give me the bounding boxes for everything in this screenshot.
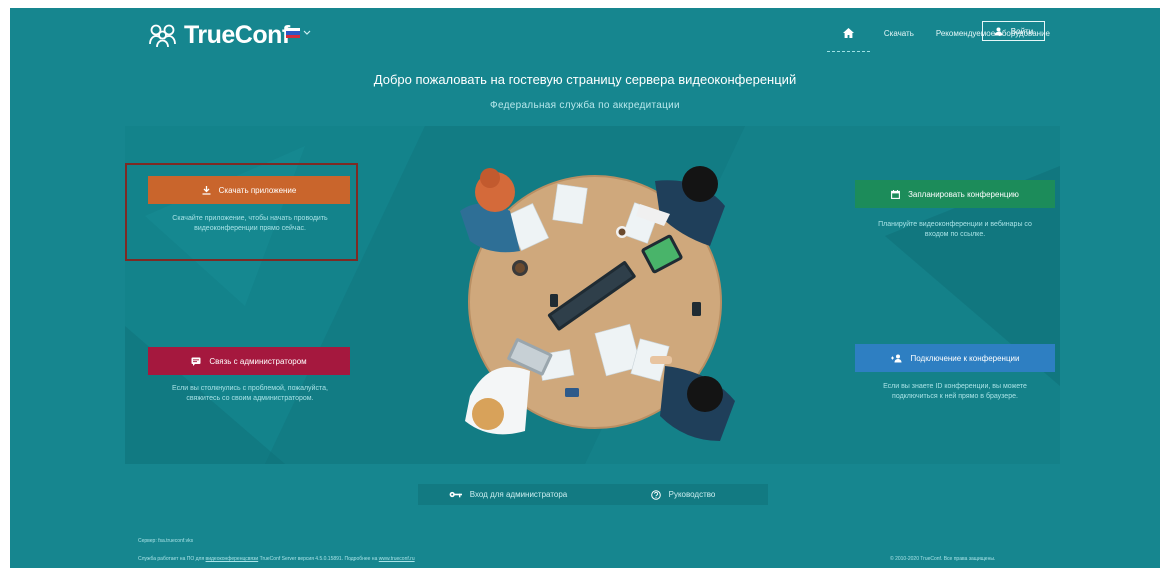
page-subtitle: Федеральная служба по аккредитации bbox=[490, 100, 680, 111]
admin-login-button[interactable]: Вход для администратора bbox=[418, 484, 598, 505]
selection-highlight bbox=[125, 163, 358, 261]
trueconf-site-link[interactable]: www.trueconf.ru bbox=[379, 556, 415, 562]
russian-flag-icon bbox=[286, 28, 300, 38]
guide-label: Руководство bbox=[668, 490, 716, 499]
schedule-conference-label: Запланировать конференцию bbox=[908, 189, 1019, 199]
user-icon bbox=[994, 27, 1003, 35]
logo-text: TrueConf bbox=[184, 20, 290, 49]
people-logo-icon bbox=[149, 24, 176, 48]
chevron-down-icon bbox=[303, 30, 311, 35]
contact-admin-label: Связь с администратором bbox=[209, 356, 307, 366]
page-title: Добро пожаловать на гостевую страницу се… bbox=[373, 72, 797, 87]
contact-admin-description: Если вы столкнулись с проблемой, пожалуй… bbox=[172, 385, 328, 402]
help-circle-icon bbox=[650, 489, 661, 500]
videoconferencing-link[interactable]: видеоконференцсвязи bbox=[206, 556, 259, 562]
schedule-conference-button[interactable]: Запланировать конференцию bbox=[855, 180, 1055, 208]
logo[interactable]: TrueConf bbox=[148, 18, 290, 52]
powered-by: Служба работает на ПО для видеоконференц… bbox=[138, 556, 415, 562]
nav-download-link[interactable]: Скачать bbox=[884, 29, 914, 38]
language-selector[interactable] bbox=[286, 28, 311, 38]
calendar-icon bbox=[891, 189, 901, 199]
guide-button[interactable]: Руководство bbox=[598, 484, 768, 505]
copyright: © 2010-2020 TrueConf. Все права защищены… bbox=[890, 556, 996, 562]
home-link[interactable] bbox=[826, 22, 870, 52]
login-button[interactable]: Войти bbox=[982, 21, 1045, 41]
powered-middle: TrueConf Server версия 4.5.0.15891. Подр… bbox=[259, 556, 378, 562]
join-conference-button[interactable]: Подключение к конференции bbox=[855, 344, 1055, 372]
join-conference-description: Если вы знаете ID конференции, вы можете… bbox=[883, 383, 1027, 400]
join-conference-label: Подключение к конференции bbox=[910, 353, 1020, 363]
guest-page: TrueConf Скачать Рекомендуемое оборудова… bbox=[10, 8, 1160, 568]
login-label: Войти bbox=[1010, 26, 1034, 36]
key-icon bbox=[449, 491, 462, 498]
admin-login-label: Вход для администратора bbox=[469, 490, 568, 499]
home-icon bbox=[842, 28, 854, 38]
schedule-conference-description: Планируйте видеоконференции и вебинары с… bbox=[878, 221, 1032, 238]
add-user-icon bbox=[890, 354, 901, 362]
meeting-table-illustration bbox=[460, 166, 735, 441]
powered-prefix: Служба работает на ПО для bbox=[138, 556, 205, 562]
chat-icon bbox=[191, 357, 201, 366]
contact-admin-button[interactable]: Связь с администратором bbox=[148, 347, 350, 375]
server-info: Сервер: fsa.trueconf.vks bbox=[138, 538, 194, 544]
